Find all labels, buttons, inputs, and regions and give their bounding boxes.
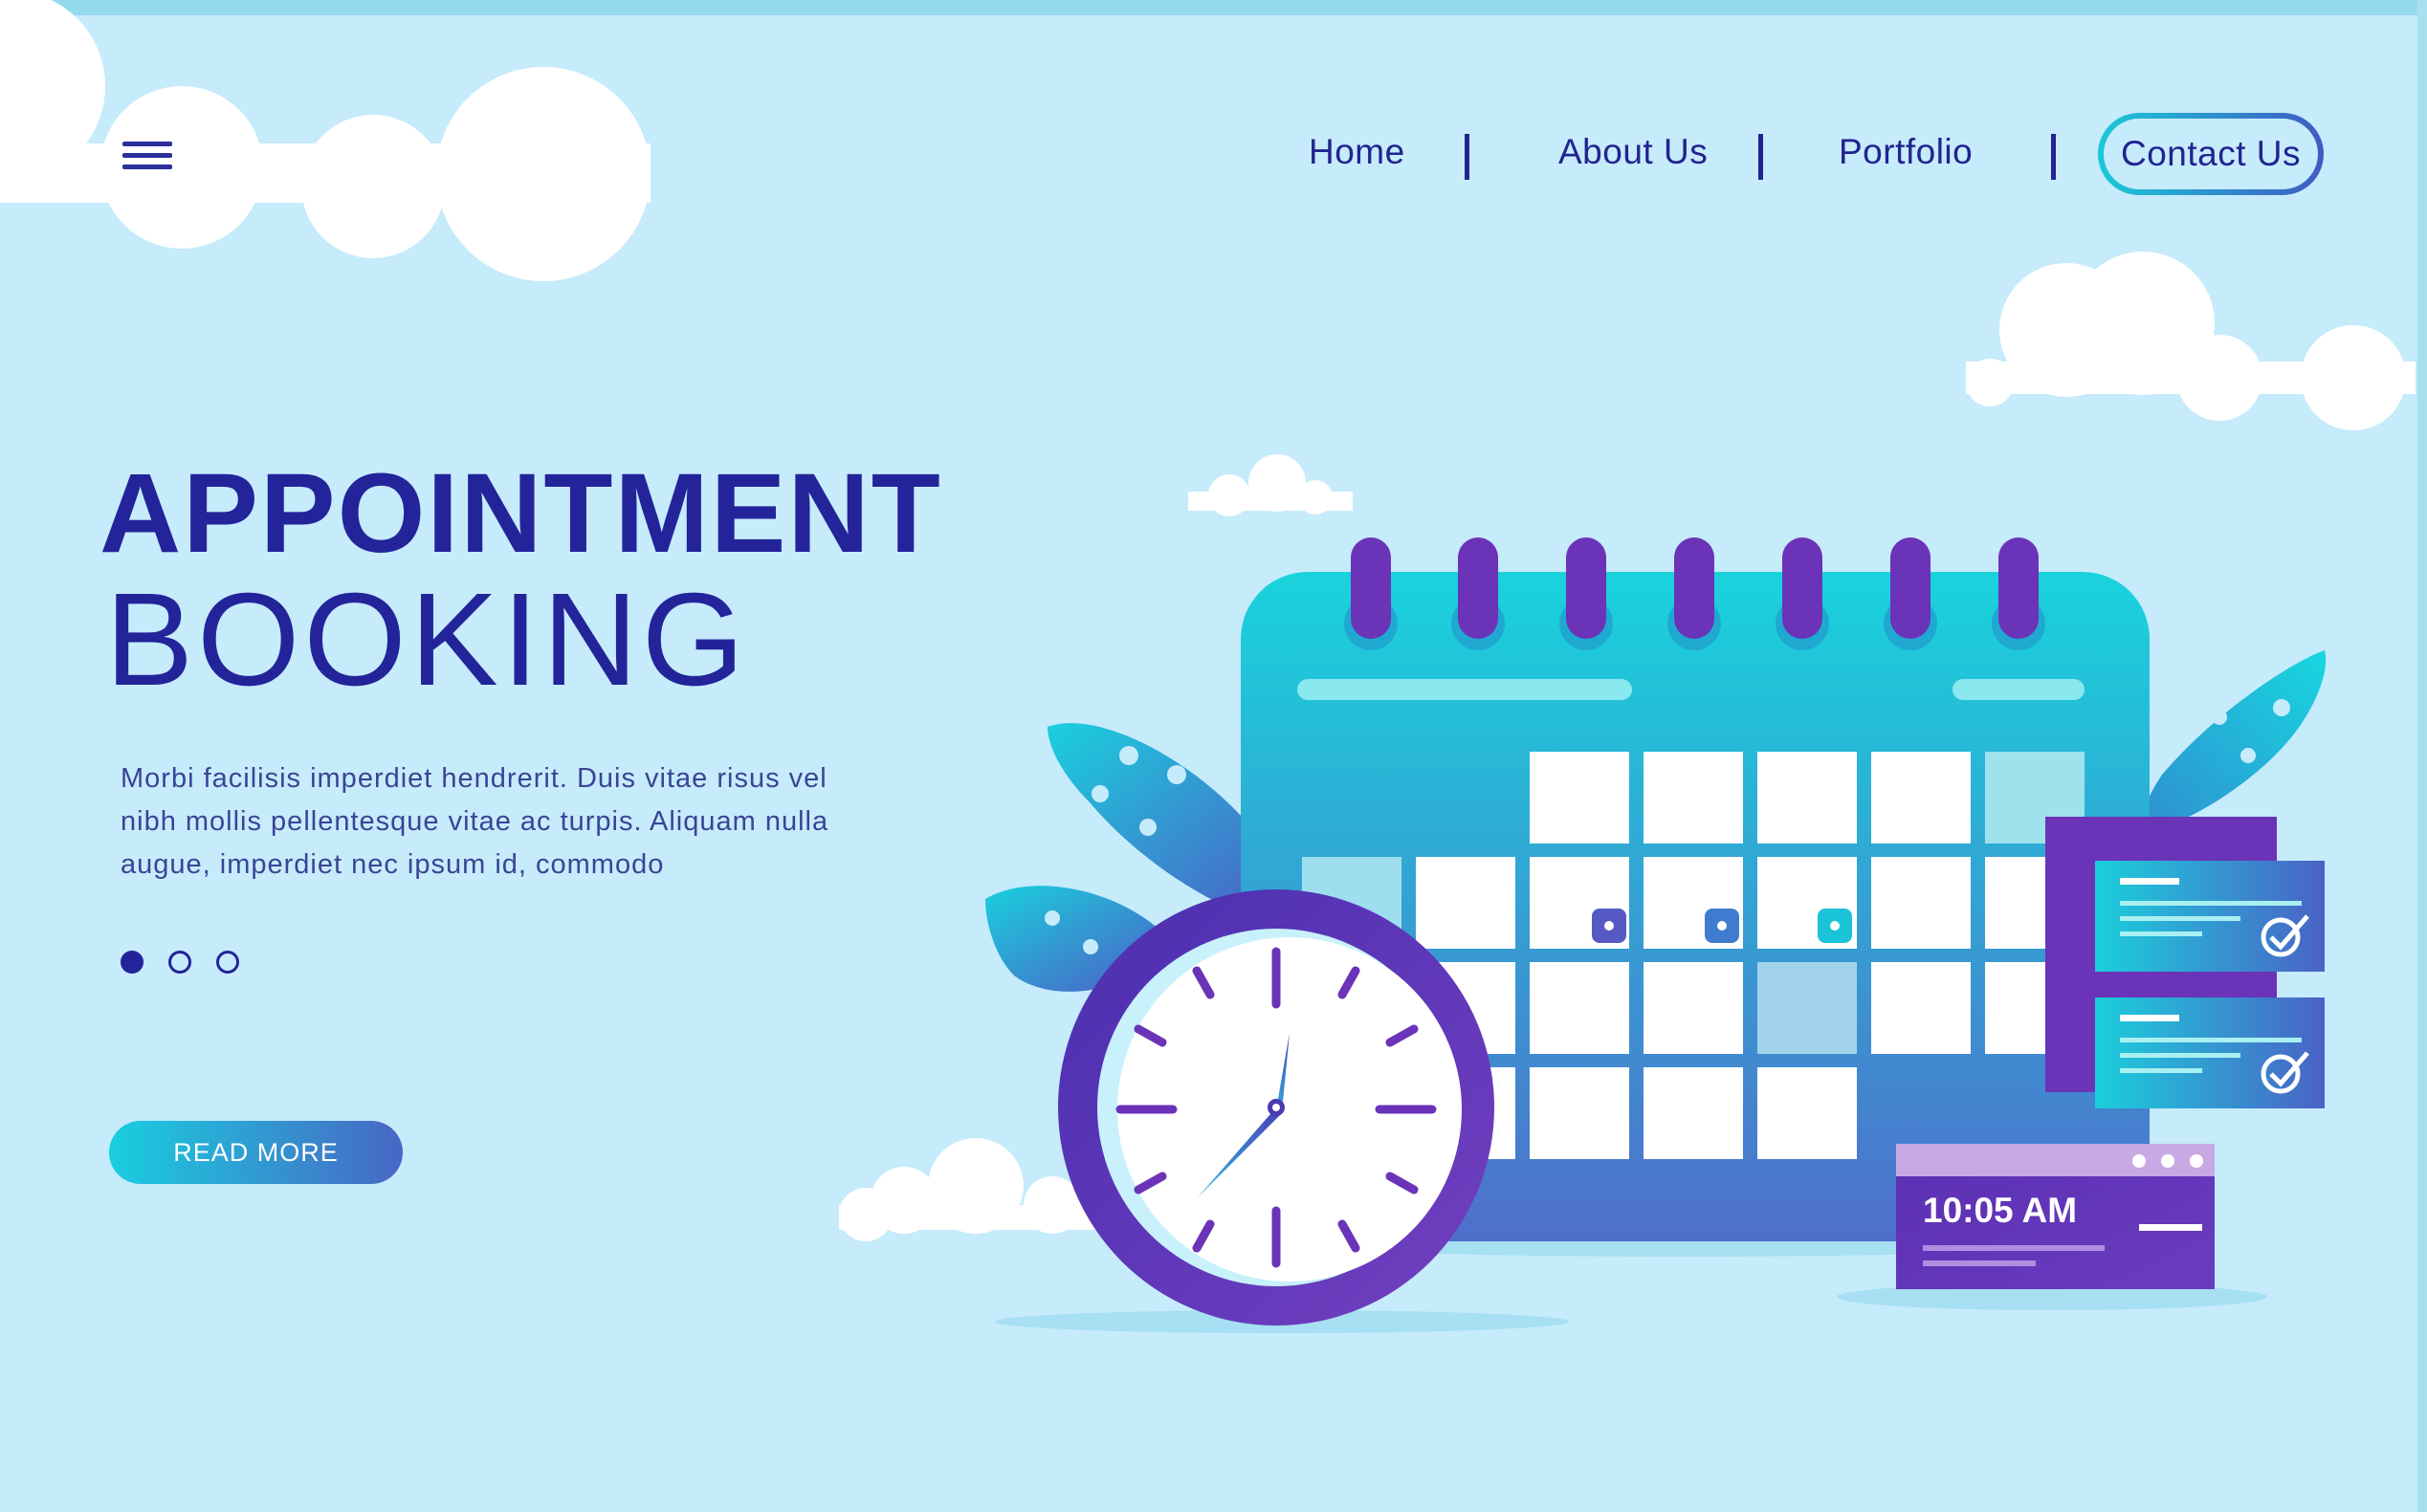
checklist-icon xyxy=(2045,817,2325,1108)
contact-us-label: Contact Us xyxy=(2104,119,2318,189)
nav-divider xyxy=(1758,134,1763,180)
time-display: 10:05 AM xyxy=(1923,1191,2078,1230)
slider-pagination xyxy=(121,951,239,974)
nav-about-link[interactable]: About Us xyxy=(1558,132,1708,172)
slide-dot-3[interactable] xyxy=(216,951,239,974)
hero-title-line2: BOOKING xyxy=(105,566,749,713)
hero-description: Morbi facilisis imperdiet hendrerit. Dui… xyxy=(121,763,829,880)
clock-icon xyxy=(1058,889,1494,1326)
hamburger-menu-icon[interactable] xyxy=(122,142,172,174)
contact-us-button[interactable]: Contact Us xyxy=(2098,113,2324,195)
slide-dot-1[interactable] xyxy=(121,951,143,974)
nav-portfolio-link[interactable]: Portfolio xyxy=(1839,132,1973,172)
nav-divider xyxy=(2051,134,2056,180)
leaf-icon xyxy=(2144,650,2327,832)
landing-page: 10:05 AM Home About Us Portfolio Contact… xyxy=(0,0,2427,1512)
slide-dot-2[interactable] xyxy=(168,951,191,974)
hero-title-line1: APPOINTMENT xyxy=(99,450,942,577)
read-more-button[interactable]: READ MORE xyxy=(109,1121,403,1184)
nav-divider xyxy=(1465,134,1469,180)
appointment-illustration xyxy=(985,537,2327,1333)
nav-home-link[interactable]: Home xyxy=(1309,132,1405,172)
